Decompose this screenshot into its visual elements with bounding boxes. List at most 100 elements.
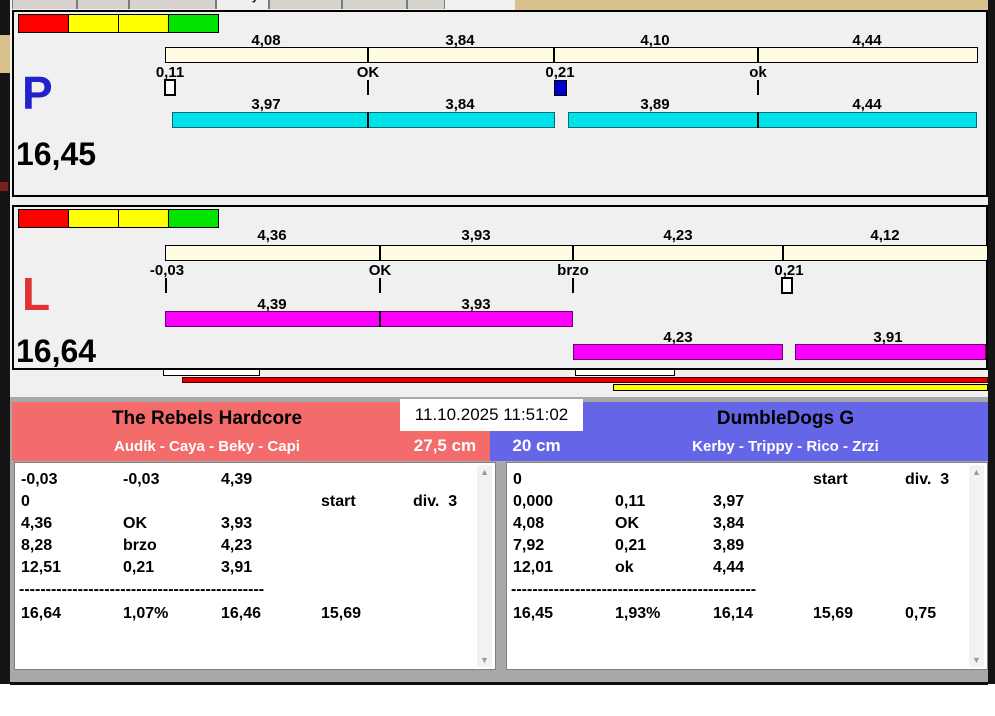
cell: 0: [21, 493, 30, 510]
race-progress-white-bar-1: [163, 369, 260, 376]
total-cell: 16,14: [713, 605, 754, 622]
table-row: 7,92 0,21 3,89: [507, 537, 987, 559]
race-progress-red-bar: [182, 377, 988, 383]
table-row: 0,000 0,11 3,97: [507, 493, 987, 515]
table-separator: ----------------------------------------…: [19, 581, 265, 598]
cell: div. 3: [413, 493, 458, 510]
scroll-up-icon[interactable]: ▲: [477, 465, 492, 479]
team-right-name: DumbleDogs G: [716, 408, 855, 429]
p-change-label-4: ok: [749, 64, 767, 81]
scoreboard-section: The Rebels Hardcore Audík - Caya - Beky …: [10, 397, 988, 682]
table-row: -0,03 -0,03 4,39: [15, 471, 495, 493]
start-lights: [18, 14, 219, 33]
tab-de[interactable]: DE: [406, 0, 446, 9]
cell: start: [813, 471, 848, 488]
l-reference-bar: [165, 245, 988, 261]
left-edge-tan-block: [0, 35, 10, 73]
cell: 3,84: [713, 515, 745, 532]
l-reference-bar-tick-2: [572, 245, 574, 261]
left-edge-red-block: [0, 182, 8, 191]
cell: ok: [615, 559, 634, 576]
cell: 4,23: [221, 537, 253, 554]
l-top-split-4: 4,12: [870, 227, 900, 244]
cell: 4,39: [221, 471, 253, 488]
cell: 3,97: [713, 493, 745, 510]
p-run-split-3: 3,89: [640, 96, 670, 113]
cell: div. 3: [905, 471, 950, 488]
p-reference-bar: [165, 47, 978, 63]
cell: 0: [513, 471, 522, 488]
tab-cidla[interactable]: Čidla: [77, 0, 129, 9]
l-run-bar-2: [573, 344, 783, 360]
lane-p-total-time: 16,45: [16, 136, 97, 172]
p-run-split-2: 3,84: [445, 96, 475, 113]
p-run-bar-tick-2: [757, 112, 759, 128]
total-cell: 16,46: [221, 605, 262, 622]
table-row: 0 start div. 3: [507, 471, 987, 493]
l-change-label-1: -0,03: [149, 262, 185, 279]
l-change-label-3: brzo: [557, 262, 589, 279]
scroll-down-icon[interactable]: ▼: [477, 653, 492, 667]
table-row: 4,08 OK 3,84: [507, 515, 987, 537]
tab-kr-st[interactable]: KR / ST: [342, 0, 407, 9]
scrollbar[interactable]: ▲ ▼: [969, 465, 984, 667]
team-right-dogs: Kerby - Trippy - Rico - Zrzi: [692, 438, 879, 455]
team-right-stats-table[interactable]: 0 start div. 3 0,000 0,11 3,97 4,08 OK 3…: [506, 462, 988, 670]
p-change-label-3: 0,21: [545, 64, 575, 81]
l-change-marker-tick-2: [379, 278, 381, 293]
total-cell: 16,45: [513, 605, 554, 622]
tab-druzstva[interactable]: Družstva: [269, 0, 343, 9]
l-change-marker-tick-3: [572, 278, 574, 293]
start-light-yellow1: [69, 15, 119, 32]
p-run-split-1: 3,97: [251, 96, 281, 113]
window-bottom-border: [10, 682, 988, 685]
cell: start: [321, 493, 356, 510]
team-right-jump-height: 20 cm: [490, 431, 583, 461]
start-light-yellow2: [119, 210, 169, 227]
scroll-up-icon[interactable]: ▲: [969, 465, 984, 479]
tab-rozbeh[interactable]: Rozběh: [12, 0, 78, 9]
left-edge-strip: [0, 0, 10, 684]
l-top-split-1: 4,36: [257, 227, 287, 244]
total-cell: 1,07%: [123, 605, 169, 622]
table-row: 12,51 0,21 3,91: [15, 559, 495, 581]
l-top-split-3: 4,23: [663, 227, 693, 244]
cell: 3,91: [221, 559, 253, 576]
tab-kombi-graf[interactable]: Kombi Graf: [128, 0, 217, 9]
p-change-label-2: OK: [356, 64, 380, 81]
l-change-label-2: OK: [368, 262, 392, 279]
p-run-bar-tick-1: [367, 112, 369, 128]
l-top-split-2: 3,93: [461, 227, 491, 244]
table-row: 0 start div. 3: [15, 493, 495, 515]
cell: 3,93: [221, 515, 253, 532]
team-left-stats-table[interactable]: -0,03 -0,03 4,39 0 start div. 3 4,36 OK …: [14, 462, 496, 670]
p-change-marker-tick-1: [367, 80, 369, 95]
race-progress-yellow-bar: [613, 384, 988, 391]
cell: 3,89: [713, 537, 745, 554]
start-lights: [18, 209, 219, 228]
p-reference-bar-tick-3: [757, 47, 759, 63]
cell: 12,01: [513, 559, 554, 576]
table-separator: ----------------------------------------…: [511, 581, 757, 598]
right-edge-strip: [988, 0, 995, 684]
l-change-marker-tick-1: [165, 278, 167, 293]
start-light-red: [19, 210, 69, 227]
l-run-bar-1: [165, 311, 573, 327]
lane-l-letter: L: [22, 268, 51, 320]
cell: 0,21: [615, 537, 647, 554]
team-left-jump-height: 27,5 cm: [400, 431, 490, 461]
l-run-bar-3: [795, 344, 986, 360]
scrollbar[interactable]: ▲ ▼: [477, 465, 492, 667]
cell: OK: [123, 515, 147, 532]
table-row: 4,36 OK 3,93: [15, 515, 495, 537]
cell: 8,28: [21, 537, 53, 554]
lane-p-panel: 4,08 3,84 4,10 4,44 0,11 OK 0,21 ok 3,97…: [12, 10, 988, 197]
table-totals-row: 16,45 1,93% 16,14 15,69 0,75: [507, 605, 987, 627]
tab-grafy[interactable]: Grafy: [216, 0, 270, 9]
cell: brzo: [123, 537, 157, 554]
scroll-down-icon[interactable]: ▼: [969, 653, 984, 667]
cell: OK: [615, 515, 639, 532]
total-cell: 15,69: [813, 605, 854, 622]
lane-l-total-time: 16,64: [16, 333, 97, 369]
start-light-green: [169, 15, 218, 32]
